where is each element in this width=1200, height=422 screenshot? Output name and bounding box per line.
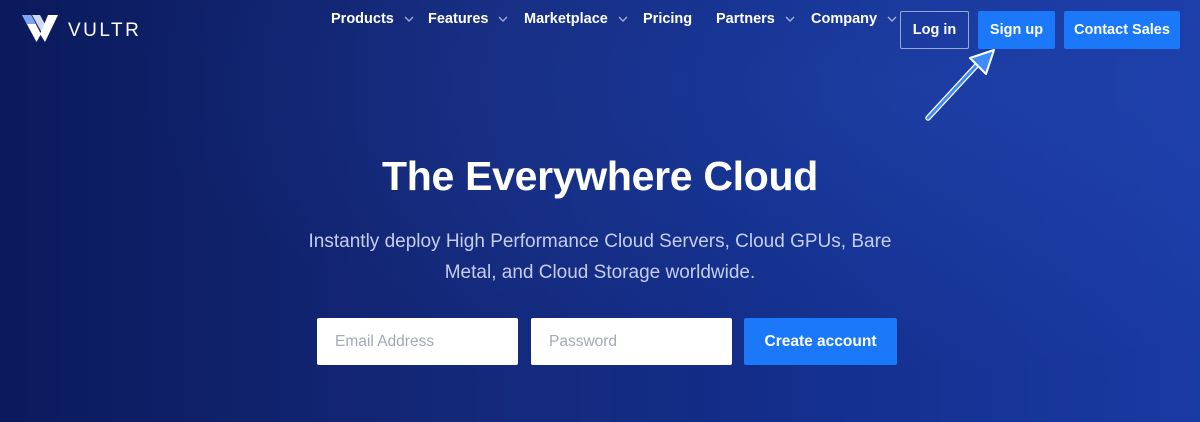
chevron-down-icon — [498, 16, 508, 22]
hero-title: The Everywhere Cloud — [381, 153, 818, 199]
chevron-down-icon — [618, 16, 628, 22]
nav-item-label: Marketplace — [524, 11, 608, 27]
site-header: VULTR Products Features Marketplace Pric… — [0, 0, 1200, 62]
nav-item-pricing[interactable]: Pricing — [643, 0, 692, 38]
nav-item-products[interactable]: Products — [331, 0, 414, 38]
chevron-down-icon — [785, 16, 795, 22]
nav-item-label: Partners — [716, 11, 775, 27]
vultr-logo[interactable]: VULTR — [22, 15, 141, 45]
chevron-down-icon — [887, 16, 897, 22]
password-input[interactable] — [531, 318, 732, 365]
nav-item-marketplace[interactable]: Marketplace — [524, 0, 628, 38]
signup-button[interactable]: Sign up — [978, 11, 1055, 49]
nav-item-label: Company — [811, 11, 878, 27]
create-account-button[interactable]: Create account — [744, 318, 897, 365]
nav-item-company[interactable]: Company — [811, 0, 897, 38]
hero-subtitle: Instantly deploy High Performance Cloud … — [308, 231, 892, 283]
nav-item-features[interactable]: Features — [428, 0, 508, 38]
nav-item-label: Products — [331, 11, 394, 27]
nav-item-label: Pricing — [643, 11, 693, 27]
email-input[interactable] — [317, 318, 518, 365]
brand-name: VULTR — [68, 20, 142, 41]
nav-item-label: Features — [428, 11, 489, 27]
chevron-down-icon — [404, 16, 414, 22]
login-button[interactable]: Log in — [900, 11, 969, 49]
nav-item-partners[interactable]: Partners — [716, 0, 795, 38]
vultr-v-logo-icon — [22, 15, 58, 45]
contact-sales-button[interactable]: Contact Sales — [1064, 11, 1180, 49]
